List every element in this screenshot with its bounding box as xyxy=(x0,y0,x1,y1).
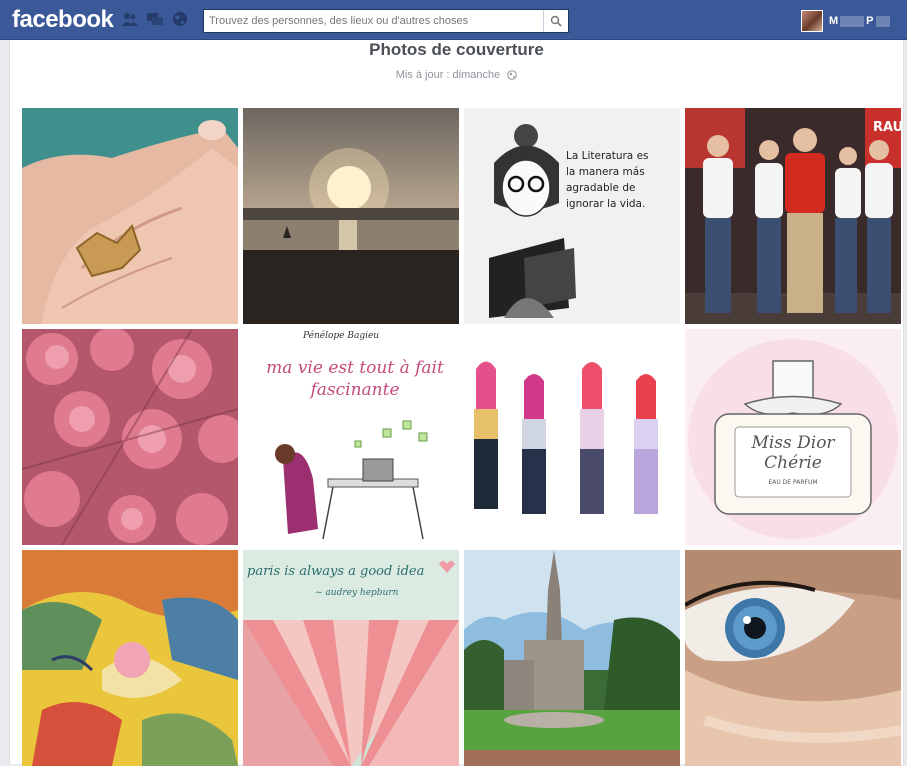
paris-quote-text: paris is always a good idea xyxy=(247,564,425,579)
fascinante-quote: ma vie est tout à fait fascinante xyxy=(266,358,444,400)
search-button[interactable] xyxy=(543,10,568,32)
avatar[interactable] xyxy=(801,10,823,32)
photo-blue-eye[interactable] xyxy=(685,550,901,766)
photo-lipsticks[interactable] xyxy=(464,329,680,545)
photo-matisse-painting[interactable] xyxy=(22,550,238,766)
user-name[interactable]: MP xyxy=(829,15,892,27)
literature-quote: La Literatura es la manera más agradable… xyxy=(566,150,649,210)
photo-ring-hand[interactable] xyxy=(22,108,238,324)
search-input[interactable] xyxy=(207,11,546,31)
photo-literature-drawing[interactable]: La Literatura es la manera más agradable… xyxy=(464,108,680,324)
miss-dior-label: Miss Dior Chérie EAU DE PARFUM xyxy=(751,433,835,486)
album-title: Photos de couverture xyxy=(369,40,544,59)
photo-miss-dior[interactable]: Miss Dior Chérie EAU DE PARFUM xyxy=(685,329,901,545)
photo-pink-roses[interactable] xyxy=(22,329,238,545)
friend-requests-icon[interactable] xyxy=(121,11,139,27)
notifications-globe-icon[interactable] xyxy=(171,11,189,27)
artist-signature: Pénélope Bagieu xyxy=(303,331,380,341)
album-content: Photos de couverture Mis à jour : dimanc… xyxy=(9,40,904,766)
public-globe-icon xyxy=(507,70,518,80)
paris-quote-author: ~ audrey hepburn xyxy=(315,588,399,598)
messages-icon[interactable] xyxy=(146,11,164,27)
facebook-logo[interactable]: facebook xyxy=(12,6,114,34)
search-box xyxy=(203,9,569,33)
profile-link[interactable]: MP xyxy=(801,10,892,32)
redacted-name-block xyxy=(840,15,865,27)
campaign-banner-text: RAU xyxy=(873,120,901,135)
redacted-name-block xyxy=(875,15,890,27)
photo-notre-dame[interactable] xyxy=(464,550,680,766)
photo-sunset-lake[interactable] xyxy=(243,108,459,324)
photo-paris-quote[interactable]: paris is always a good idea ~ audrey hep… xyxy=(243,550,459,766)
top-bar: facebook MP xyxy=(0,0,907,40)
album-updated: Mis à jour : dimanche xyxy=(10,69,903,81)
photo-penelope-bagieu[interactable]: Pénélope Bagieu ma vie est tout à fait f… xyxy=(243,329,459,545)
search-icon xyxy=(550,15,562,27)
photo-campaign-group[interactable]: RAU xyxy=(685,108,901,324)
